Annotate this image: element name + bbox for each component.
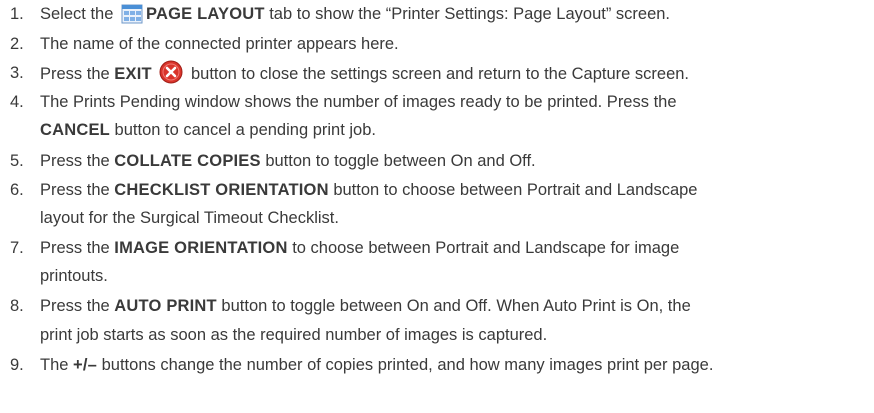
item-text: printouts. bbox=[40, 267, 108, 285]
item-text: The Prints Pending window shows the numb… bbox=[40, 93, 677, 111]
item-text: The bbox=[40, 356, 69, 374]
item-number: 8. bbox=[10, 297, 24, 315]
item-text: Press the bbox=[40, 181, 110, 199]
exit-icon bbox=[159, 60, 183, 92]
cancel-label: CANCEL bbox=[40, 121, 110, 139]
item-number: 5. bbox=[10, 152, 24, 170]
item-number: 3. bbox=[10, 64, 24, 82]
item-text: Select the bbox=[40, 5, 114, 23]
item-text: tab to show the “Printer Settings: Page … bbox=[269, 5, 671, 23]
item-text: button to toggle between On and Off. Whe… bbox=[221, 297, 691, 315]
auto-print-label: AUTO PRINT bbox=[114, 297, 217, 315]
item-text: print job starts as soon as the required… bbox=[40, 326, 548, 344]
item-text: to choose between Portrait and Landscape… bbox=[292, 239, 680, 257]
item-text: button to cancel a pending print job. bbox=[114, 121, 376, 139]
item-number: 6. bbox=[10, 181, 24, 199]
item-number: 4. bbox=[10, 93, 24, 111]
collate-copies-label: COLLATE COPIES bbox=[114, 152, 261, 170]
item-text: layout for the Surgical Timeout Checklis… bbox=[40, 209, 339, 227]
checklist-orientation-label: CHECKLIST ORIENTATION bbox=[114, 181, 329, 199]
exit-label: EXIT bbox=[114, 65, 152, 83]
item-text: Press the bbox=[40, 152, 110, 170]
item-text: Press the bbox=[40, 65, 110, 83]
item-number: 9. bbox=[10, 356, 24, 374]
item-number: 2. bbox=[10, 35, 24, 53]
item-text: button to close the settings screen and … bbox=[190, 65, 690, 83]
item-text: Press the bbox=[40, 239, 110, 257]
image-orientation-label: IMAGE ORIENTATION bbox=[114, 239, 288, 257]
item-text: The name of the connected printer appear… bbox=[40, 35, 399, 53]
item-text: button to toggle between On and Off. bbox=[265, 152, 536, 170]
page-layout-label: PAGE LAYOUT bbox=[145, 5, 265, 23]
item-text: buttons change the number of copies prin… bbox=[101, 356, 714, 374]
item-number: 1. bbox=[10, 5, 24, 23]
item-number: 7. bbox=[10, 239, 24, 257]
plus-minus-label: +/– bbox=[73, 356, 98, 374]
item-text: button to choose between Portrait and La… bbox=[333, 181, 698, 199]
page-layout-icon bbox=[121, 4, 143, 32]
item-text: Press the bbox=[40, 297, 110, 315]
